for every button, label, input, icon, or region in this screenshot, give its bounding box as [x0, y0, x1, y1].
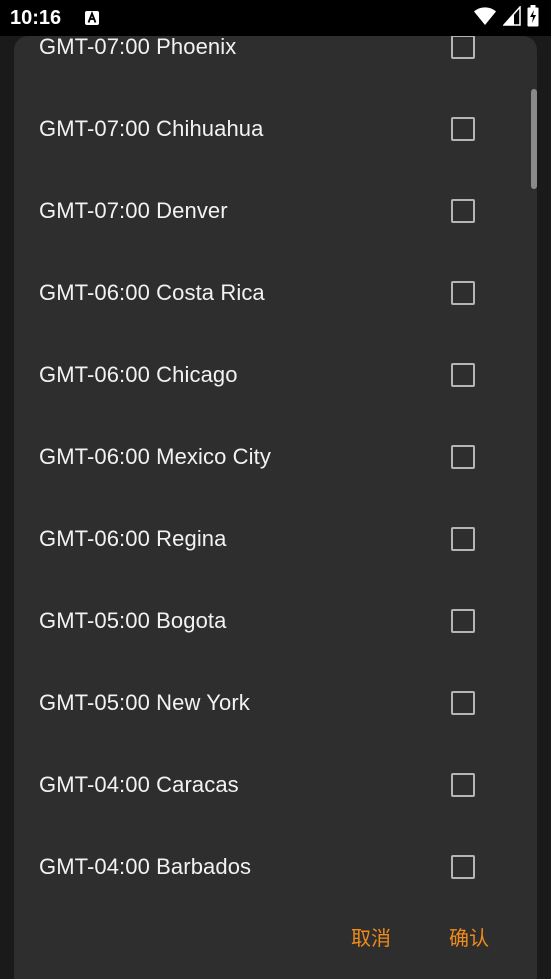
timezone-label: GMT-06:00 Costa Rica: [39, 280, 265, 305]
signal-icon: [502, 4, 521, 31]
timezone-label: GMT-06:00 Mexico City: [39, 444, 271, 469]
wifi-icon: [473, 6, 497, 31]
list-item[interactable]: GMT-06:00 Costa Rica: [14, 252, 537, 334]
timezone-checkbox[interactable]: [451, 855, 475, 879]
timezone-label: GMT-04:00 Caracas: [39, 772, 239, 797]
cancel-button[interactable]: 取消: [351, 922, 391, 951]
timezone-checkbox[interactable]: [451, 117, 475, 141]
confirm-button[interactable]: 确认: [449, 922, 489, 951]
timezone-label: GMT-07:00 Phoenix: [39, 36, 237, 59]
timezone-label: GMT-06:00 Regina: [39, 526, 227, 551]
timezone-checkbox[interactable]: [451, 281, 475, 305]
timezone-checkbox[interactable]: [451, 199, 475, 223]
list-item[interactable]: GMT-04:00 Barbados: [14, 826, 537, 904]
list-item[interactable]: GMT-06:00 Mexico City: [14, 416, 537, 498]
list-item[interactable]: GMT-07:00 Phoenix: [14, 36, 537, 88]
list-item[interactable]: GMT-06:00 Chicago: [14, 334, 537, 416]
timezone-checkbox[interactable]: [451, 609, 475, 633]
battery-charging-icon: [527, 4, 539, 32]
timezone-checkbox[interactable]: [451, 36, 475, 59]
timezone-label: GMT-07:00 Denver: [39, 198, 228, 223]
a-icon: [84, 10, 100, 26]
list-item[interactable]: GMT-05:00 New York: [14, 662, 537, 744]
list-item[interactable]: GMT-04:00 Caracas: [14, 744, 537, 826]
dialog-actions: 取消 确认: [14, 904, 537, 979]
timezone-checkbox[interactable]: [451, 363, 475, 387]
timezone-checkbox[interactable]: [451, 527, 475, 551]
timezone-list[interactable]: GMT-07:00 Phoenix GMT-07:00 Chihuahua GM…: [14, 36, 537, 904]
status-bar: 10:16: [0, 0, 551, 36]
timezone-checkbox[interactable]: [451, 445, 475, 469]
list-item[interactable]: GMT-06:00 Regina: [14, 498, 537, 580]
timezone-label: GMT-05:00 New York: [39, 690, 250, 715]
list-item[interactable]: GMT-05:00 Bogota: [14, 580, 537, 662]
list-item[interactable]: GMT-07:00 Denver: [14, 170, 537, 252]
timezone-checkbox[interactable]: [451, 691, 475, 715]
timezone-label: GMT-06:00 Chicago: [39, 362, 238, 387]
timezone-label: GMT-07:00 Chihuahua: [39, 116, 264, 141]
timezone-dialog: GMT-07:00 Phoenix GMT-07:00 Chihuahua GM…: [14, 36, 537, 979]
scrollbar[interactable]: [531, 89, 537, 189]
timezone-label: GMT-04:00 Barbados: [39, 854, 252, 879]
timezone-checkbox[interactable]: [451, 773, 475, 797]
list-item[interactable]: GMT-07:00 Chihuahua: [14, 88, 537, 170]
timezone-label: GMT-05:00 Bogota: [39, 608, 227, 633]
status-time: 10:16: [10, 7, 62, 29]
